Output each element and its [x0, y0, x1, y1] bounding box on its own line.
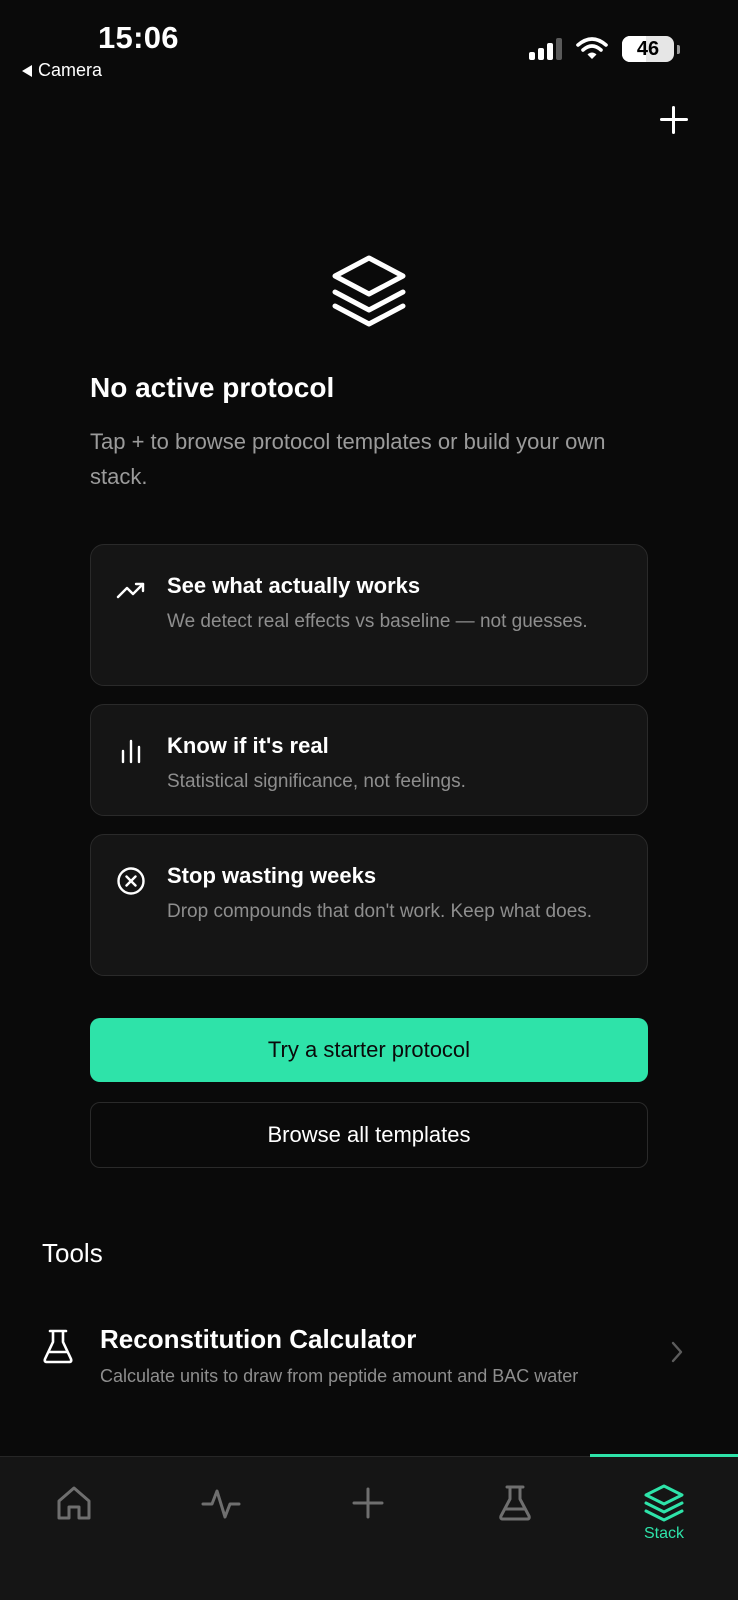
activity-icon — [201, 1489, 240, 1519]
stack-screen: 15:06 Camera 46 No active protocol Tap +… — [0, 0, 738, 1600]
cellular-signal-icon — [529, 38, 562, 60]
feature-title: See what actually works — [167, 573, 421, 598]
feature-description: Statistical significance, not feelings. — [167, 771, 466, 792]
bar-chart-icon — [121, 739, 141, 764]
add-protocol-button[interactable] — [660, 106, 688, 134]
try-starter-protocol-button[interactable]: Try a starter protocol — [90, 1018, 648, 1082]
layers-stack-icon — [332, 255, 406, 327]
flask-icon — [43, 1329, 73, 1364]
back-label: Camera — [38, 60, 103, 80]
chevron-right-icon — [671, 1341, 683, 1363]
reconstitution-calculator-row[interactable]: Reconstitution Calculator Calculate unit… — [0, 1304, 738, 1390]
feature-title: Know if it's real — [167, 733, 329, 758]
feature-title: Stop wasting weeks — [167, 863, 377, 888]
tab-stack-label: Stack — [643, 1525, 684, 1542]
tab-home[interactable] — [0, 1457, 147, 1567]
tab-stack[interactable]: Stack — [590, 1457, 738, 1567]
feature-card-know-if-real: Know if it's real Statistical significan… — [90, 704, 648, 816]
wifi-icon — [576, 37, 608, 59]
tab-activity[interactable] — [147, 1457, 294, 1567]
battery-indicator: 46 — [622, 36, 680, 62]
back-arrow-icon — [22, 64, 32, 77]
plus-icon — [352, 1487, 383, 1519]
feature-description: Drop compounds that don't work. Keep wha… — [167, 901, 593, 922]
tools-heading: Tools — [42, 1238, 103, 1268]
feature-card-see-what-works: See what actually works We detect real e… — [90, 544, 648, 686]
bottom-tab-bar: Stack — [0, 1454, 738, 1600]
tool-title: Reconstitution Calculator — [100, 1324, 417, 1354]
trending-up-icon — [116, 582, 145, 599]
home-icon — [57, 1486, 90, 1520]
back-to-camera-link[interactable]: Camera — [22, 60, 102, 81]
layers-stack-icon — [644, 1484, 684, 1522]
tab-add[interactable] — [294, 1457, 441, 1567]
flask-icon — [498, 1485, 531, 1521]
browse-templates-button[interactable]: Browse all templates — [90, 1102, 648, 1168]
status-time: 15:06 — [98, 20, 179, 55]
tool-description: Calculate units to draw from peptide amo… — [100, 1366, 579, 1386]
feature-description: We detect real effects vs baseline — not… — [167, 611, 588, 632]
feature-card-stop-wasting: Stop wasting weeks Drop compounds that d… — [90, 834, 648, 976]
empty-state-title: No active protocol — [90, 372, 335, 403]
empty-state-subtitle: Tap + to browse protocol templates or bu… — [90, 429, 606, 489]
x-circle-icon — [117, 867, 145, 895]
tab-lab[interactable] — [441, 1457, 588, 1567]
status-indicators: 46 — [529, 36, 680, 62]
battery-level: 46 — [636, 37, 660, 60]
